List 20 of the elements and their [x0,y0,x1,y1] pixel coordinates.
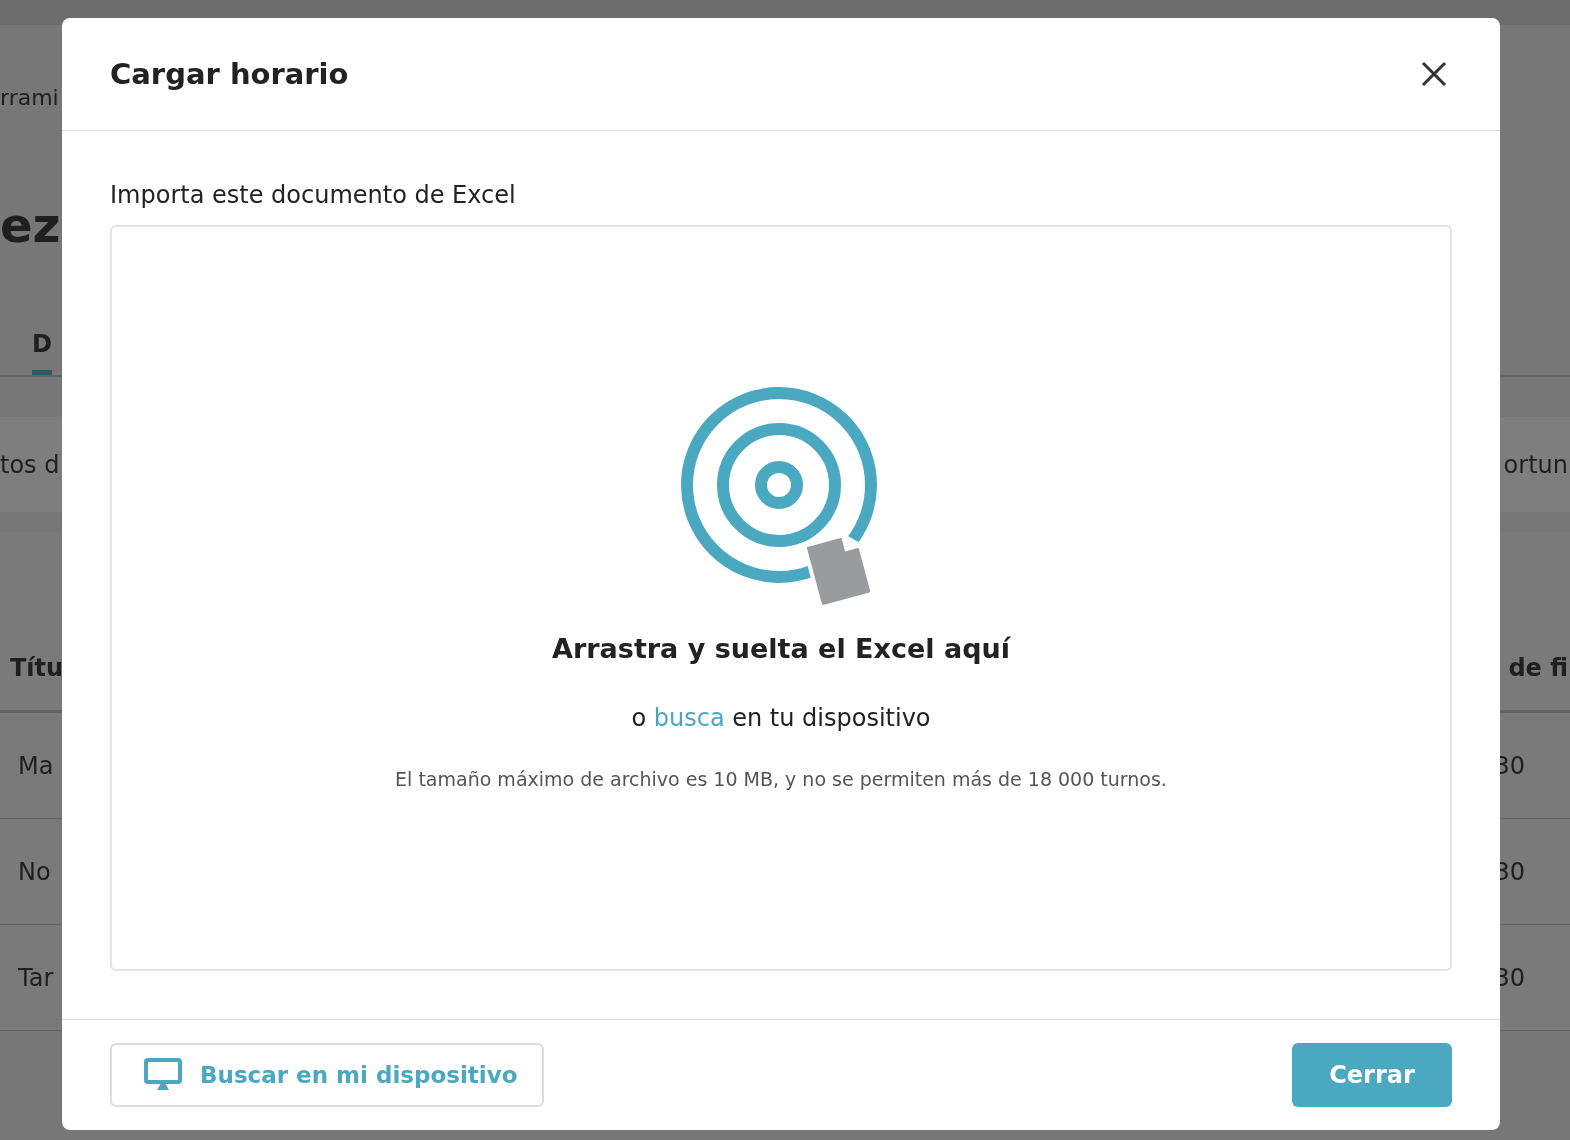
monitor-icon [144,1058,182,1092]
device-button[interactable]: Buscar en mi dispositivo [110,1043,544,1107]
breadcrumb-text: rrami [0,85,59,110]
table-cell-text: No [17,857,51,886]
size-note: El tamaño máximo de archivo es 10 MB, y no se permiten más de 18 000 turnos. [395,767,1167,790]
table-cell-text: Ma [17,751,54,780]
banner-text: tos d [0,450,60,479]
browse-text: o busca en tu dispositivo [631,703,931,732]
table-cell-text: Tar [17,963,54,992]
import-label: Importa este documento de Excel [110,181,517,209]
banner-text: ortun [1503,450,1568,479]
dialog-title: Cargar horario [110,57,349,91]
page-heading: ez [0,197,61,253]
drop-heading: Arrastra y suelta el Excel aquí [552,632,1010,664]
close-dialog-button[interactable]: Cerrar [1292,1043,1452,1107]
browse-link[interactable]: busca [653,703,725,732]
drop-zone[interactable]: Arrastra y suelta el Excel aquí o busca en tu dispositivo El tamaño máximo de archivo es 10 MB, y no se permiten más de 18 000 turnos. [110,225,1452,971]
column-header: Títu [9,654,64,682]
column-header: de fi [1508,654,1568,682]
tab[interactable]: D [32,330,52,375]
